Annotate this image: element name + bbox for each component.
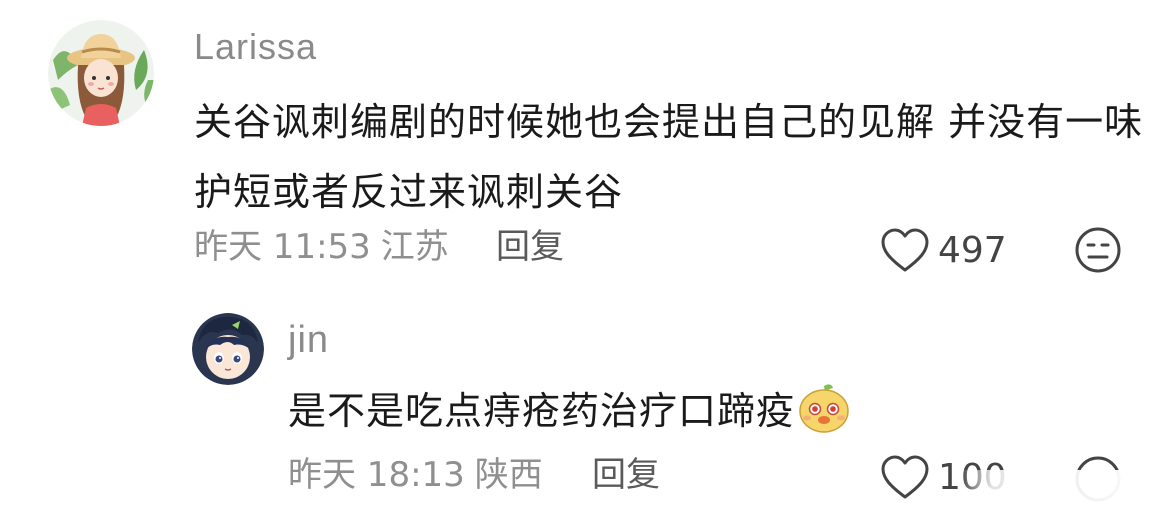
comment-location: 陕西: [474, 455, 543, 495]
comment-meta: 昨天 18:13 陕西: [288, 455, 553, 495]
cute-face-emoji-icon: [799, 384, 849, 433]
comment-time: 昨天 18:13: [288, 455, 465, 495]
watermark-overlay: [960, 470, 1170, 520]
reply-button[interactable]: 回复: [496, 227, 564, 267]
comment-meta: 昨天 11:53 江苏: [194, 227, 459, 267]
comment-text: 关谷讽刺编剧的时候她也会提出自己的见解 并没有一味护短或者反过来讽刺关谷: [194, 100, 1144, 214]
user-avatar[interactable]: [48, 20, 154, 126]
comment-text: 是不是吃点痔疮药治疗口蹄疫: [288, 380, 988, 439]
girl-straw-hat-avatar-icon: [48, 20, 154, 126]
anime-boy-avatar-icon: [192, 313, 264, 385]
username[interactable]: jin: [288, 318, 329, 362]
heart-outline-icon: [881, 455, 929, 499]
heart-outline-icon: [881, 228, 929, 272]
reply-button[interactable]: 回复: [592, 455, 660, 495]
comment-item: Larissa 关谷讽刺编剧的时候她也会提出自己的见解 并没有一味护短或者反过来…: [0, 0, 1170, 290]
like-button[interactable]: 497: [880, 228, 1007, 274]
username[interactable]: Larissa: [194, 26, 317, 68]
user-avatar[interactable]: [192, 313, 264, 385]
comment-thread: Larissa 关谷讽刺编剧的时候她也会提出自己的见解 并没有一味护短或者反过来…: [0, 0, 1170, 520]
dislike-button[interactable]: [1074, 226, 1122, 274]
meh-face-icon: [1075, 227, 1121, 273]
comment-time: 昨天 11:53: [194, 227, 371, 267]
like-count: 497: [938, 230, 1007, 271]
comment-text-content: 是不是吃点痔疮药治疗口蹄疫: [288, 389, 796, 433]
comment-location: 江苏: [380, 227, 449, 267]
